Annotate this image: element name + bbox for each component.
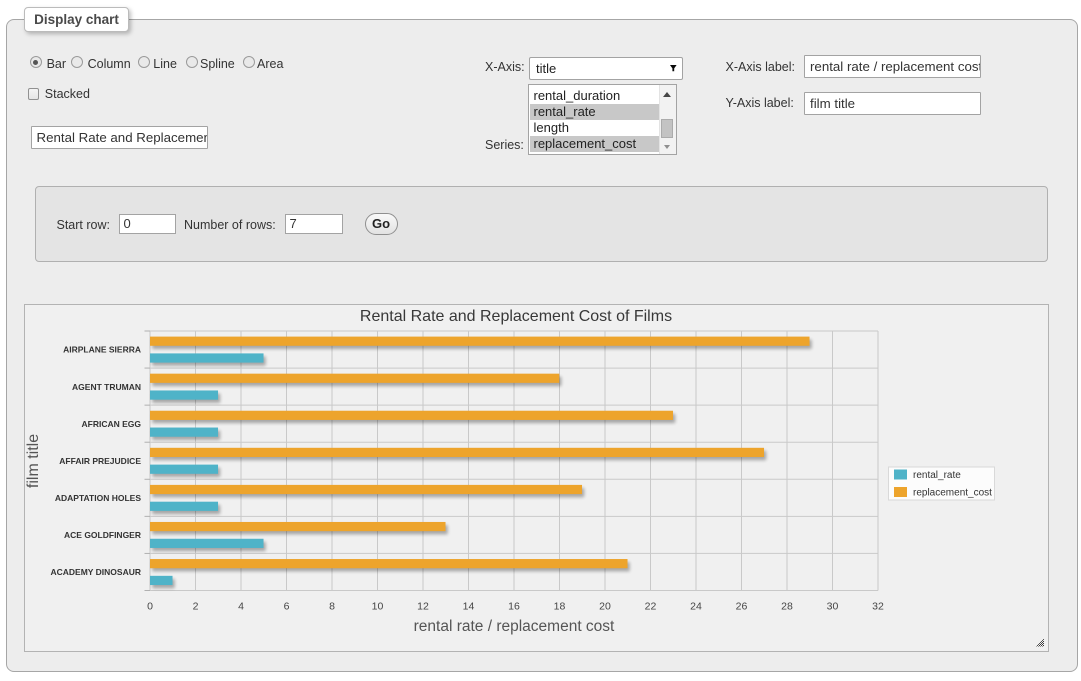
svg-text:10: 10: [372, 601, 384, 613]
svg-text:26: 26: [736, 601, 748, 613]
svg-text:AGENT TRUMAN: AGENT TRUMAN: [72, 382, 141, 392]
svg-text:32: 32: [872, 601, 884, 613]
svg-text:ADAPTATION HOLES: ADAPTATION HOLES: [55, 493, 141, 503]
svg-text:16: 16: [508, 601, 520, 613]
svg-text:AFRICAN EGG: AFRICAN EGG: [82, 419, 142, 429]
svg-text:rental rate / replacement cost: rental rate / replacement cost: [414, 618, 615, 635]
svg-text:4: 4: [238, 601, 244, 613]
svg-text:rental_rate: rental_rate: [913, 470, 961, 481]
svg-text:28: 28: [781, 601, 793, 613]
svg-text:AIRPLANE SIERRA: AIRPLANE SIERRA: [63, 345, 141, 355]
svg-text:0: 0: [147, 601, 153, 613]
svg-text:30: 30: [827, 601, 839, 613]
svg-text:22: 22: [645, 601, 657, 613]
svg-text:18: 18: [554, 601, 566, 613]
svg-text:8: 8: [329, 601, 335, 613]
svg-text:film title: film title: [25, 434, 42, 488]
svg-text:2: 2: [193, 601, 199, 613]
svg-text:ACADEMY DINOSAUR: ACADEMY DINOSAUR: [50, 567, 141, 577]
svg-text:ACE GOLDFINGER: ACE GOLDFINGER: [64, 530, 141, 540]
svg-text:12: 12: [417, 601, 429, 613]
svg-text:20: 20: [599, 601, 611, 613]
svg-text:6: 6: [284, 601, 290, 613]
svg-text:24: 24: [690, 601, 702, 613]
svg-text:AFFAIR PREJUDICE: AFFAIR PREJUDICE: [59, 456, 141, 466]
svg-text:Rental Rate and Replacement Co: Rental Rate and Replacement Cost of Film…: [360, 308, 672, 325]
svg-text:14: 14: [463, 601, 475, 613]
svg-text:replacement_cost: replacement_cost: [913, 488, 992, 499]
